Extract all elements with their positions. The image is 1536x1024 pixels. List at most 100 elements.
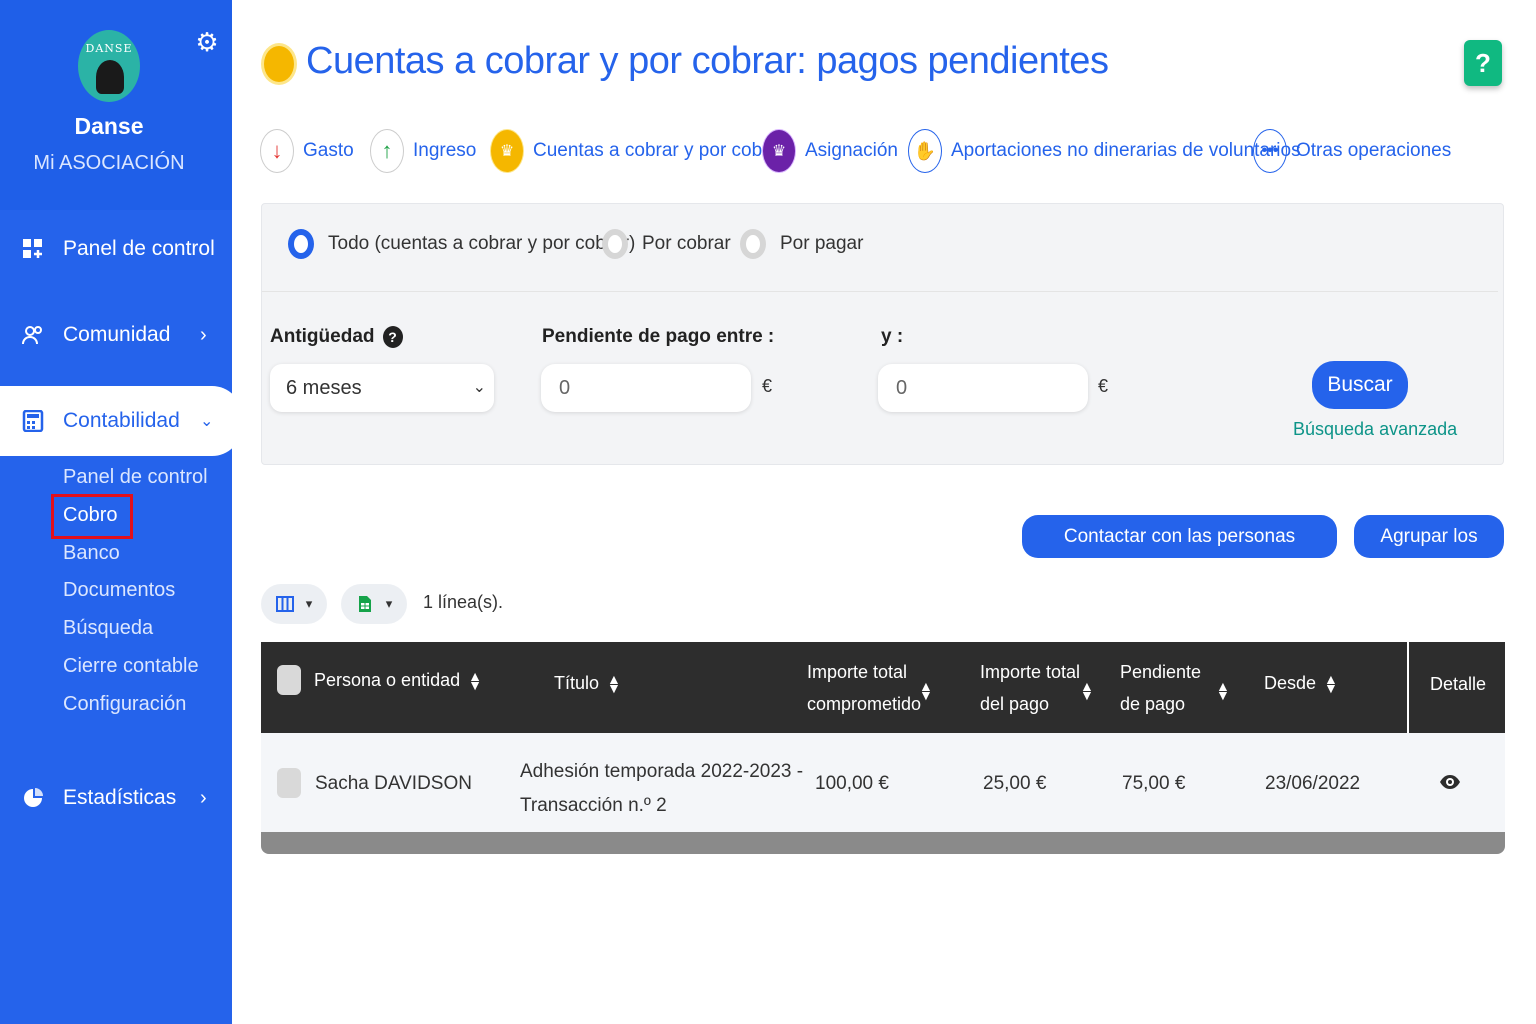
divider xyxy=(262,291,1498,292)
sort-icon: ▲ ▼ xyxy=(1324,671,1338,697)
tab-label: Ingreso xyxy=(413,140,477,161)
pendiente-max-input[interactable]: 0 xyxy=(878,364,1088,412)
cell-pendiente: 75,00 € xyxy=(1122,773,1186,794)
group-payments-button[interactable]: Agrupar los pagos xyxy=(1354,515,1504,590)
sidebar-item-panel-de-control[interactable]: Panel de control xyxy=(0,221,232,277)
arrow-down-icon: ↓ xyxy=(260,129,294,173)
sidebar-sub-busqueda[interactable]: Búsqueda xyxy=(63,617,153,640)
col-persona[interactable]: Persona o entidad ▲ ▼ xyxy=(314,664,482,696)
radio-label: Por pagar xyxy=(780,233,864,254)
page-title: Cuentas a cobrar y por cobrar: pagos pen… xyxy=(306,40,1109,82)
col-persona-label: Persona o entidad xyxy=(314,670,461,690)
pendiente-label: Pendiente de pago entre : xyxy=(542,326,775,347)
col-label-line: comprometido xyxy=(807,694,922,714)
radio-por-cobrar[interactable]: Por cobrar xyxy=(602,222,731,266)
users-icon xyxy=(22,326,42,345)
advanced-search-link[interactable]: Búsqueda avanzada xyxy=(1293,419,1457,440)
sidebar-item-label: Comunidad xyxy=(63,323,171,346)
tab-ingreso[interactable]: ↑ Ingreso xyxy=(370,126,476,176)
col-label-line: Importe total xyxy=(980,662,1081,682)
radio-circle xyxy=(740,229,766,259)
tab-label: Asignación xyxy=(805,140,898,161)
sort-icon[interactable]: ▲ ▼ xyxy=(1208,674,1230,706)
caret-down-icon: ▾ xyxy=(385,596,393,611)
col-pendiente[interactable]: Pendiente de pago xyxy=(1120,656,1201,720)
radio-label: Todo (cuentas a cobrar y por cobrar) xyxy=(328,233,636,254)
row-checkbox[interactable] xyxy=(277,768,301,798)
currency-label: € xyxy=(1098,376,1109,396)
contact-selected-button[interactable]: Contactar con las personas seleccionadas xyxy=(1022,515,1337,590)
sidebar-sub-configuracion[interactable]: Configuración xyxy=(63,693,186,716)
sidebar-item-contabilidad[interactable]: Contabilidad ⌄ xyxy=(0,386,242,456)
sidebar-sub-panel-de-control[interactable]: Panel de control xyxy=(63,466,208,489)
chart-pie-icon xyxy=(24,788,43,807)
calculator-icon xyxy=(22,410,44,432)
cell-persona: Sacha DAVIDSON xyxy=(315,773,472,794)
cell-titulo: Adhesión temporada 2022-2023 - Transacci… xyxy=(520,755,803,823)
sort-icon: ▲ ▼ xyxy=(468,668,482,694)
columns-toggle-button[interactable]: ▾ xyxy=(261,584,327,624)
filter-panel: Todo (cuentas a cobrar y por cobrar) Por… xyxy=(261,203,1504,465)
crown-icon: ♛ xyxy=(490,129,524,173)
crown-icon xyxy=(261,43,297,85)
search-button[interactable]: Buscar xyxy=(1312,361,1408,409)
cell-desde: 23/06/2022 xyxy=(1265,773,1361,794)
main-content: Cuentas a cobrar y por cobrar: pagos pen… xyxy=(232,0,1536,1024)
org-name: Danse xyxy=(74,113,144,139)
sidebar: DANSE ⚙ Danse Mi ASOCIACIÓN Panel de con… xyxy=(0,0,242,1024)
table-row[interactable]: Sacha DAVIDSON Adhesión temporada 2022-2… xyxy=(261,733,1505,832)
y-label: y : xyxy=(881,326,904,347)
tab-asignacion[interactable]: ♛ Asignación xyxy=(762,126,898,176)
col-label-line: Importe total xyxy=(807,662,908,682)
col-desde[interactable]: Desde ▲ ▼ xyxy=(1264,667,1338,699)
tab-aportaciones[interactable]: ✋ Aportaciones no dinerarias de voluntar… xyxy=(908,126,1301,176)
sort-icon[interactable]: ▲ ▼ xyxy=(911,674,933,706)
cell-titulo-line: Adhesión temporada 2022-2023 - xyxy=(520,761,804,782)
dots-icon: ••• xyxy=(1253,129,1287,173)
sort-icon: ▲ ▼ xyxy=(607,671,621,697)
chevron-right-icon: › xyxy=(200,323,207,346)
help-button[interactable]: ? xyxy=(1464,40,1502,86)
org-subtitle: Mi ASOCIACIÓN xyxy=(33,152,185,174)
sidebar-item-comunidad[interactable]: Comunidad › xyxy=(0,307,232,363)
tab-otras-operaciones[interactable]: ••• Otras operaciones xyxy=(1253,126,1451,176)
horizontal-scrollbar[interactable] xyxy=(261,832,1505,854)
eye-icon[interactable] xyxy=(1439,773,1461,791)
gear-icon[interactable]: ⚙ xyxy=(193,28,221,56)
col-desde-label: Desde xyxy=(1264,673,1317,693)
question-icon[interactable]: ? xyxy=(382,326,403,348)
sidebar-item-estadisticas[interactable]: Estadísticas › xyxy=(0,770,232,826)
table-header: Persona o entidad ▲ ▼ Título ▲ ▼ Importe tot… xyxy=(261,642,1505,733)
col-titulo[interactable]: Título ▲ ▼ xyxy=(554,667,621,699)
sidebar-item-label: Contabilidad xyxy=(63,409,180,432)
chevron-right-icon: › xyxy=(200,786,207,809)
col-label-line: de pago xyxy=(1120,694,1186,714)
sidebar-sub-documentos[interactable]: Documentos xyxy=(63,579,175,602)
radio-por-pagar[interactable]: Por pagar xyxy=(740,222,863,266)
pendiente-min-input[interactable]: 0 xyxy=(541,364,751,412)
export-button[interactable]: ▾ xyxy=(341,584,407,624)
sort-icon[interactable]: ▲ ▼ xyxy=(1072,674,1094,706)
tab-label: Aportaciones no dinerarias de voluntario… xyxy=(951,140,1301,161)
sidebar-sub-banco[interactable]: Banco xyxy=(63,542,120,565)
cobro-highlight-box xyxy=(51,494,133,539)
antiguedad-value: 6 meses xyxy=(286,377,362,399)
dashboard-icon xyxy=(23,239,42,258)
col-importe-comprometido[interactable]: Importe total comprometido xyxy=(807,656,921,720)
sidebar-sub-cierre-contable[interactable]: Cierre contable xyxy=(63,655,199,678)
chevron-down-icon: ⌄ xyxy=(472,379,486,396)
tab-gasto[interactable]: ↓ Gasto xyxy=(260,126,354,176)
row-count: 1 línea(s). xyxy=(423,592,504,612)
category-tabs: ↓ Gasto ↑ Ingreso ♛ Cuentas a cobrar y p… xyxy=(260,126,1530,176)
radio-todo[interactable]: Todo (cuentas a cobrar y por cobrar) xyxy=(288,222,635,266)
antiguedad-select[interactable]: 6 meses ⌄ xyxy=(270,364,494,412)
tab-cuentas[interactable]: ♛ Cuentas a cobrar y por cobrar xyxy=(490,126,785,176)
col-importe-pago[interactable]: Importe total del pago xyxy=(980,656,1080,720)
org-logo[interactable]: DANSE xyxy=(78,30,140,102)
cell-importe-comprometido: 100,00 € xyxy=(815,773,889,794)
radio-label: Por cobrar xyxy=(642,233,731,254)
col-titulo-label: Título xyxy=(554,673,600,693)
select-all-checkbox[interactable] xyxy=(277,665,301,695)
columns-icon xyxy=(275,596,294,612)
cell-titulo-line: Transacción n.º 2 xyxy=(520,795,667,816)
